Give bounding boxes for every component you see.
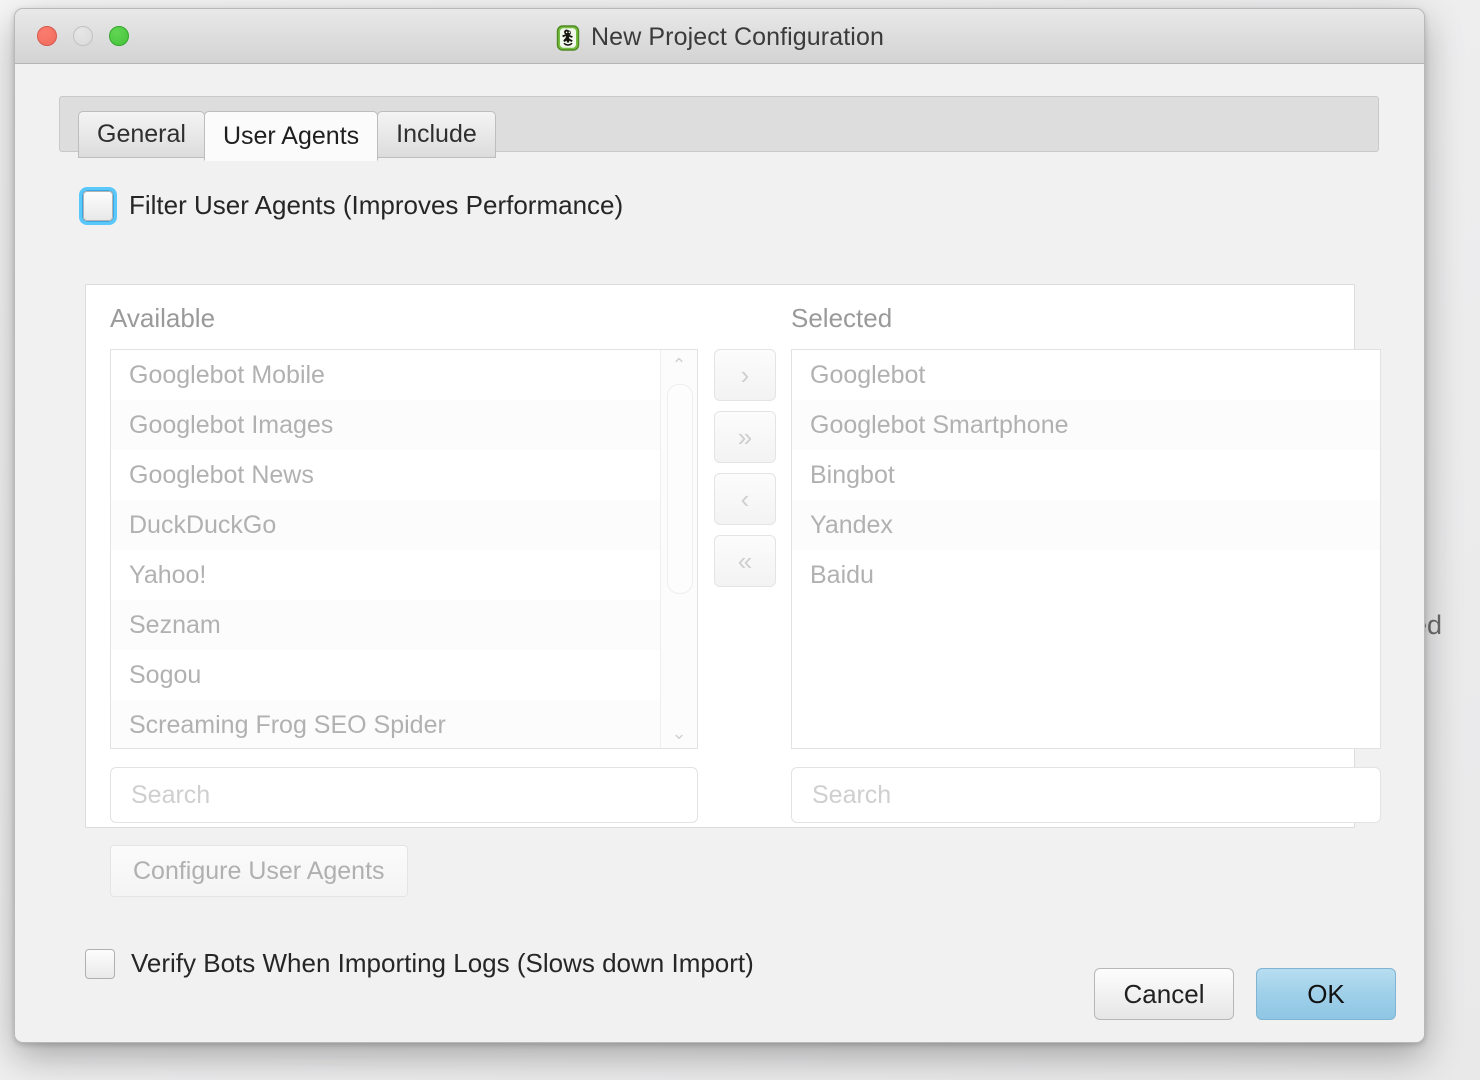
tab-general[interactable]: General <box>78 111 205 158</box>
move-right-button[interactable]: › <box>714 349 776 401</box>
screaming-frog-icon <box>556 24 580 51</box>
tab-include-label: Include <box>396 120 477 148</box>
window-title-group: New Project Configuration <box>15 23 1424 52</box>
list-item[interactable]: Seznam <box>111 600 661 650</box>
ok-button-label: OK <box>1307 978 1345 1009</box>
list-item[interactable]: Googlebot Images <box>111 400 661 450</box>
scroll-down-arrow-icon[interactable]: ⌄ <box>661 720 697 746</box>
list-item[interactable]: Googlebot <box>792 350 1380 400</box>
available-list-scrollbar[interactable]: ⌃ ⌄ <box>660 350 697 748</box>
list-item[interactable]: Baidu <box>792 550 1380 600</box>
verify-bots-row[interactable]: Verify Bots When Importing Logs (Slows d… <box>85 948 754 979</box>
list-item[interactable]: Bingbot <box>792 450 1380 500</box>
new-project-configuration-dialog: New Project Configuration General User A… <box>14 8 1425 1043</box>
chevron-right-icon: › <box>740 359 750 390</box>
configure-user-agents-label: Configure User Agents <box>133 856 385 885</box>
transfer-button-group: › » ‹ « <box>714 349 776 587</box>
window-titlebar: New Project Configuration <box>15 9 1424 64</box>
tab-include[interactable]: Include <box>377 111 496 158</box>
list-item[interactable]: Googlebot Mobile <box>111 350 661 400</box>
cancel-button[interactable]: Cancel <box>1094 968 1234 1020</box>
available-listbox[interactable]: Googlebot Mobile Googlebot Images Google… <box>110 349 698 749</box>
tab-strip: General User Agents Include <box>59 96 1379 161</box>
list-item[interactable]: Googlebot News <box>111 450 661 500</box>
dialog-footer: Cancel OK <box>1094 968 1396 1020</box>
list-item[interactable]: Yahoo! <box>111 550 661 600</box>
tab-general-label: General <box>97 120 186 148</box>
selected-list-title: Selected <box>791 303 893 333</box>
selected-search-input[interactable]: Search <box>791 767 1381 823</box>
tab-user-agents[interactable]: User Agents <box>203 111 379 161</box>
move-all-left-button[interactable]: « <box>714 535 776 587</box>
selected-listbox[interactable]: Googlebot Googlebot Smartphone Bingbot Y… <box>791 349 1381 749</box>
list-item[interactable]: Googlebot Smartphone <box>792 400 1380 450</box>
dialog-body: General User Agents Include Filter User … <box>15 64 1424 1042</box>
tab-user-agents-label: User Agents <box>222 121 360 150</box>
ok-button[interactable]: OK <box>1256 968 1396 1020</box>
double-chevron-right-icon: » <box>737 421 753 452</box>
selected-list-items: Googlebot Googlebot Smartphone Bingbot Y… <box>792 350 1380 748</box>
window-title: New Project Configuration <box>591 23 884 51</box>
filter-user-agents-row[interactable]: Filter User Agents (Improves Performance… <box>79 186 624 225</box>
cancel-button-label: Cancel <box>1123 978 1205 1009</box>
tab-list: General User Agents Include <box>78 111 496 161</box>
list-item[interactable]: Screaming Frog SEO Spider <box>111 700 661 748</box>
verify-bots-checkbox[interactable] <box>85 948 115 979</box>
available-list-items: Googlebot Mobile Googlebot Images Google… <box>111 350 661 748</box>
verify-bots-label: Verify Bots When Importing Logs (Slows d… <box>131 948 754 978</box>
double-chevron-left-icon: « <box>737 545 753 576</box>
list-item[interactable]: Yandex <box>792 500 1380 550</box>
chevron-left-icon: ‹ <box>740 483 750 514</box>
user-agent-selection-panel: Available Selected Googlebot Mobile Goog… <box>85 284 1381 897</box>
configure-user-agents-button[interactable]: Configure User Agents <box>110 845 408 897</box>
available-search-input[interactable]: Search <box>110 767 698 823</box>
available-list-title: Available <box>110 303 216 333</box>
user-agents-tab-panel: Filter User Agents (Improves Performance… <box>59 152 1381 979</box>
scroll-up-arrow-icon[interactable]: ⌃ <box>661 352 697 378</box>
scrollbar-thumb[interactable] <box>667 384 693 594</box>
move-all-right-button[interactable]: » <box>714 411 776 463</box>
filter-user-agents-label: Filter User Agents (Improves Performance… <box>129 190 624 220</box>
list-item[interactable]: DuckDuckGo <box>111 500 661 550</box>
move-left-button[interactable]: ‹ <box>714 473 776 525</box>
list-item[interactable]: Sogou <box>111 650 661 700</box>
filter-user-agents-checkbox[interactable] <box>79 186 117 225</box>
